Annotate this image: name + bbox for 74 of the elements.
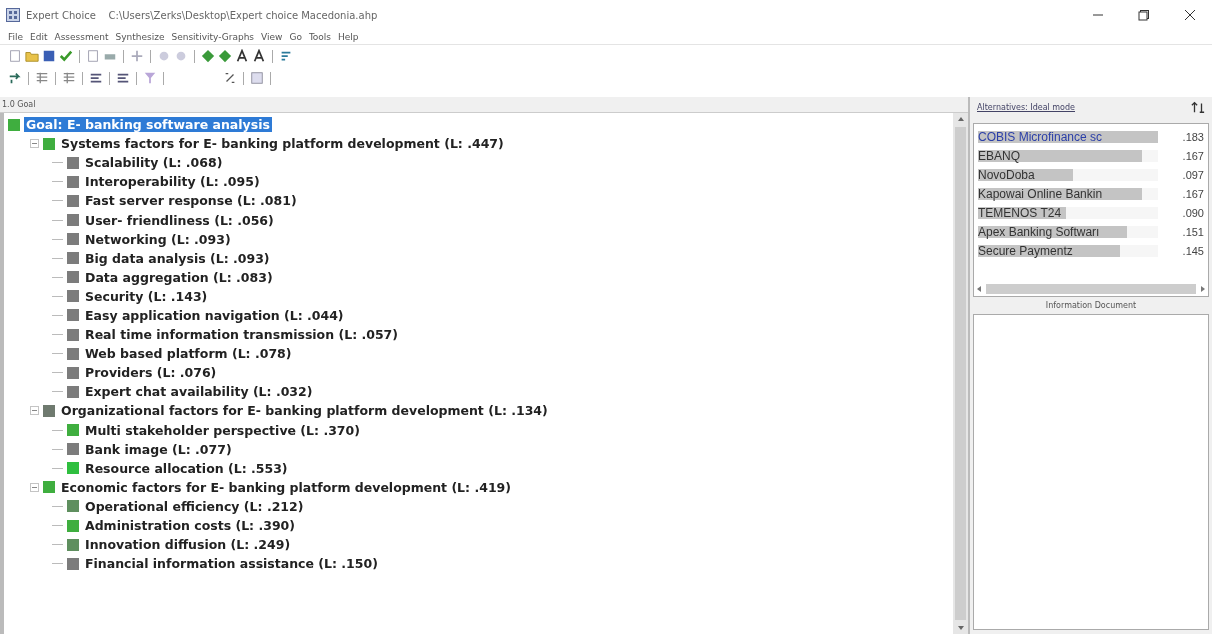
priority-value: .090: [1182, 206, 1204, 219]
priority-value: .183: [1182, 130, 1204, 143]
diamond-icon[interactable]: [201, 49, 215, 63]
tree-node[interactable]: Financial information assistance (L: .150): [83, 556, 380, 572]
scroll-down-icon[interactable]: [956, 625, 965, 631]
collapse-toggle[interactable]: [30, 139, 39, 149]
tree-node[interactable]: Administration costs (L: .390): [83, 518, 298, 533]
vertical-scrollbar[interactable]: [953, 113, 968, 634]
grid-icon[interactable]: [62, 71, 76, 85]
tree-node[interactable]: Web based platform (L: .078): [83, 346, 294, 362]
maximize-icon[interactable]: [1138, 9, 1150, 21]
tree-node[interactable]: Scalability (L: .068): [83, 155, 225, 171]
priority-value: .145: [1182, 244, 1204, 257]
tree-node[interactable]: Multi stakeholder perspective (L: .370): [83, 422, 362, 438]
collapse-toggle[interactable]: [30, 406, 39, 416]
panel-title[interactable]: Alternatives: Ideal mode: [977, 102, 1075, 112]
scroll-right-icon[interactable]: [1200, 285, 1206, 293]
tree-node[interactable]: Real time information transmission (L: .057): [83, 327, 401, 343]
tree-node[interactable]: Organizational factors for E- banking platform development (L: .134): [59, 403, 550, 419]
scroll-left-icon[interactable]: [976, 285, 982, 293]
tree-node[interactable]: Bank image (L: .077): [83, 441, 234, 457]
tree-node[interactable]: Expert chat availability (L: .032): [83, 384, 315, 400]
app-icon: [6, 8, 20, 22]
check-icon[interactable]: [59, 49, 73, 63]
plus-icon[interactable]: [130, 49, 144, 63]
menu-item[interactable]: File: [8, 32, 24, 42]
filter-icon[interactable]: [143, 71, 157, 85]
save-icon[interactable]: [42, 49, 56, 63]
folder-icon[interactable]: [25, 49, 39, 63]
scroll-up-icon[interactable]: [956, 116, 965, 122]
menu-item[interactable]: Tools: [308, 32, 332, 42]
menu-item[interactable]: Synthesize: [115, 32, 165, 42]
tree-node[interactable]: Operational efficiency (L: .212): [83, 498, 306, 514]
priority-value: .151: [1182, 225, 1204, 238]
lines-icon[interactable]: [116, 71, 130, 85]
sort-icon[interactable]: [279, 49, 293, 63]
menu-item[interactable]: Sensitivity-Graphs: [171, 32, 255, 42]
tree-node[interactable]: Data aggregation (L: .083): [83, 269, 275, 285]
sort-icon[interactable]: [1191, 100, 1205, 114]
page-icon[interactable]: [8, 49, 22, 63]
priority-value: .097: [1182, 168, 1204, 181]
panel-title: Information Document: [1044, 300, 1138, 312]
grid-icon[interactable]: [35, 71, 49, 85]
menu-item[interactable]: Go: [289, 32, 302, 42]
font-size-icon[interactable]: [235, 49, 249, 63]
path-bar: 1.0 Goal: [0, 97, 968, 113]
tree-node[interactable]: Resource allocation (L: .553): [83, 460, 290, 476]
diamond-icon[interactable]: [218, 49, 232, 63]
menu-item[interactable]: Help: [338, 32, 359, 42]
close-icon[interactable]: [1184, 9, 1196, 21]
menu-item[interactable]: Assessment: [54, 32, 109, 42]
tree-node[interactable]: Innovation diffusion (L: .249): [83, 537, 293, 553]
tree-node[interactable]: User- friendliness (L: .056): [83, 212, 276, 228]
tree-node[interactable]: Providers (L: .076): [83, 365, 219, 381]
menu-item[interactable]: Edit: [30, 32, 48, 42]
collapse-toggle[interactable]: [30, 482, 39, 492]
lines-icon[interactable]: [89, 71, 103, 85]
fraction-icon[interactable]: [223, 71, 237, 85]
arrow-icon[interactable]: [8, 71, 22, 85]
menu-item[interactable]: View: [261, 32, 283, 42]
priority-value: .167: [1182, 187, 1204, 200]
priority-value: .167: [1182, 149, 1204, 162]
tree-node[interactable]: Goal: E- banking software analysis: [24, 117, 272, 133]
tree-node[interactable]: Fast server response (L: .081): [83, 193, 299, 209]
tree-node[interactable]: Systems factors for E- banking platform development (L: .447): [59, 136, 506, 152]
font-size-icon[interactable]: [252, 49, 266, 63]
table-icon[interactable]: [250, 71, 264, 85]
tree-node[interactable]: Easy application navigation (L: .044): [83, 308, 346, 323]
window-title: Expert Choice C:\Users\Zerks\Desktop\Expert choice Macedonia.ahp: [26, 9, 378, 21]
tree-node[interactable]: Economic factors for E- banking platform development (L: .419): [59, 479, 513, 495]
tree-node[interactable]: Networking (L: .093): [83, 231, 233, 247]
tree-node[interactable]: Security (L: .143): [83, 288, 210, 304]
tree-node[interactable]: Big data analysis (L: .093): [83, 250, 272, 266]
tree-node[interactable]: Interoperability (L: .095): [83, 174, 262, 190]
